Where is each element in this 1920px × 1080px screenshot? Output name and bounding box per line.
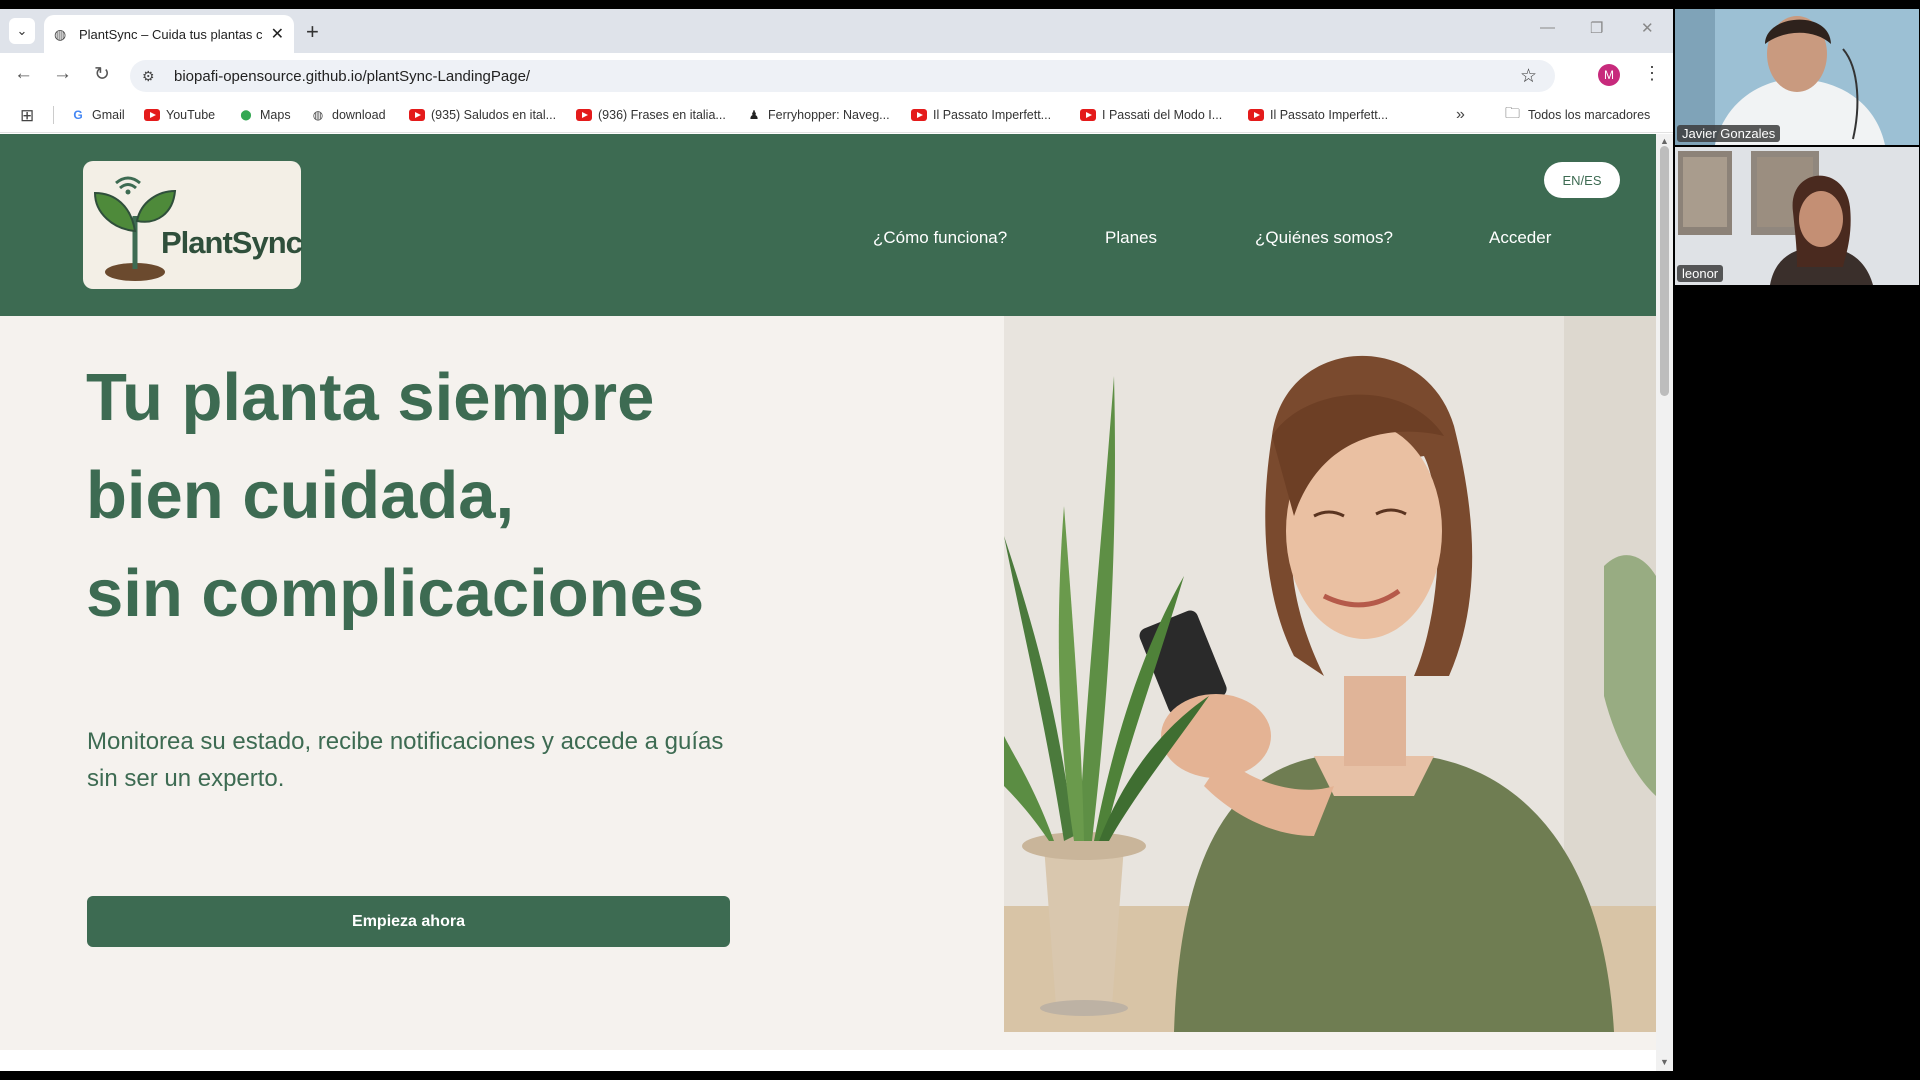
nav-plans[interactable]: Planes <box>1105 228 1157 248</box>
bookmark-label: (936) Frases en italia... <box>598 108 726 122</box>
more-bookmarks-icon[interactable]: » <box>1456 106 1465 124</box>
hero-title-line: sin complicaciones <box>86 556 705 631</box>
youtube-icon <box>576 107 592 123</box>
hero-subtitle: Monitorea su estado, recibe notificacion… <box>87 728 724 792</box>
plantsync-logo[interactable]: PlantSync <box>83 161 303 289</box>
bookmark-label: Ferryhopper: Naveg... <box>768 108 890 122</box>
hero-title: Tu planta siempre bien cuidada, sin comp… <box>86 349 786 643</box>
tab-bar: ⌄ ◍ PlantSync – Cuida tus plantas c ✕ + … <box>0 9 1673 53</box>
site-header: PlantSync EN/ES ¿Cómo funciona? Planes ¿… <box>0 134 1656 316</box>
participant-tile[interactable]: Javier Gonzales <box>1675 9 1919 145</box>
participant-name: Javier Gonzales <box>1677 125 1781 142</box>
youtube-icon <box>911 107 927 123</box>
hero-image <box>1004 316 1656 1032</box>
apps-grid-icon[interactable]: ⊞ <box>20 106 34 126</box>
bookmark-label: Il Passato Imperfett... <box>933 108 1052 122</box>
bookmark-item[interactable]: ⬤ Maps <box>238 97 291 133</box>
bookmark-label: download <box>332 108 386 122</box>
web-page: PlantSync EN/ES ¿Cómo funciona? Planes ¿… <box>0 134 1656 1071</box>
address-bar[interactable]: ⚙ biopafi-opensource.github.io/plantSync… <box>130 60 1555 92</box>
globe-icon: ◍ <box>312 108 324 122</box>
toolbar: ← → ↻ ⚙ biopafi-opensource.github.io/pla… <box>0 53 1673 97</box>
bookmark-star-icon[interactable]: ☆ <box>1520 65 1537 88</box>
scrollbar-thumb[interactable] <box>1660 146 1669 396</box>
language-toggle-button[interactable]: EN/ES <box>1544 162 1620 198</box>
active-tab[interactable]: ◍ PlantSync – Cuida tus plantas c ✕ <box>44 15 294 53</box>
folder-icon: 🗀 <box>1505 104 1521 122</box>
bookmark-item[interactable]: G Gmail <box>70 97 125 133</box>
tab-title: PlantSync – Cuida tus plantas c <box>79 26 262 42</box>
hero-title-line: Tu planta siempre <box>86 360 655 435</box>
bookmark-label: Gmail <box>92 108 125 122</box>
screen: ⌄ ◍ PlantSync – Cuida tus plantas c ✕ + … <box>0 0 1920 1080</box>
all-bookmarks-label: Todos los marcadores <box>1528 108 1651 122</box>
maps-pin-icon: ⬤ <box>240 109 252 121</box>
tab-search-button[interactable]: ⌄ <box>9 18 35 44</box>
bookmark-item[interactable]: ♟ Ferryhopper: Naveg... <box>746 97 890 133</box>
bookmark-item[interactable]: Il Passato Imperfett... <box>1248 97 1388 133</box>
all-bookmarks-folder[interactable]: 🗀 Todos los marcadores <box>1505 97 1650 133</box>
site-info-icon[interactable]: ⚙ <box>142 68 164 85</box>
woman-with-plant-photo <box>1004 316 1656 1032</box>
youtube-icon <box>1248 107 1264 123</box>
participant-name: leonor <box>1677 265 1724 282</box>
bookmark-label: Il Passato Imperfett... <box>1270 108 1389 122</box>
close-tab-icon[interactable]: ✕ <box>271 24 284 44</box>
bookmark-item[interactable]: (935) Saludos en ital... <box>409 97 556 133</box>
bookmark-item[interactable]: Il Passato Imperfett... <box>911 97 1051 133</box>
bookmarks-bar: ⊞ G Gmail YouTube ⬤ Maps ◍ download (935) Salud… <box>0 97 1673 133</box>
browser-menu-icon[interactable]: ⋮ <box>1643 63 1661 84</box>
youtube-icon <box>409 107 425 123</box>
nav-how-it-works[interactable]: ¿Cómo funciona? <box>873 228 1007 248</box>
globe-icon: ◍ <box>54 26 67 42</box>
divider <box>53 106 54 124</box>
nav-login[interactable]: Acceder <box>1489 228 1551 248</box>
logo-text: PlantSync <box>161 225 303 260</box>
participant-tile[interactable]: leonor <box>1675 147 1919 285</box>
close-window-button[interactable]: ✕ <box>1641 19 1654 37</box>
start-now-button[interactable]: Empieza ahora <box>87 896 730 947</box>
url-text: biopafi-opensource.github.io/plantSync-L… <box>174 67 531 85</box>
google-icon: G <box>73 108 83 122</box>
bookmark-item[interactable]: (936) Frases en italia... <box>576 97 726 133</box>
reload-button[interactable]: ↻ <box>94 63 110 86</box>
minimize-button[interactable]: — <box>1540 19 1555 36</box>
browser-window: ⌄ ◍ PlantSync – Cuida tus plantas c ✕ + … <box>0 9 1673 1071</box>
next-section-edge <box>0 1050 1656 1071</box>
profile-avatar[interactable]: M <box>1598 64 1620 86</box>
page-scrollbar[interactable]: ▲ ▼ <box>1656 134 1673 1071</box>
bookmark-label: (935) Saludos en ital... <box>431 108 557 122</box>
bookmark-label: Maps <box>260 108 291 122</box>
ferryhopper-icon: ♟ <box>748 108 760 122</box>
scroll-up-arrow-icon[interactable]: ▲ <box>1660 136 1669 146</box>
bookmark-label: I Passati del Modo I... <box>1102 108 1223 122</box>
bookmark-item[interactable]: I Passati del Modo I... <box>1080 97 1222 133</box>
bookmark-item[interactable]: YouTube <box>144 97 215 133</box>
new-tab-button[interactable]: + <box>306 19 319 45</box>
bookmark-label: YouTube <box>166 108 216 122</box>
youtube-icon <box>1080 107 1096 123</box>
youtube-icon <box>144 107 160 123</box>
back-button[interactable]: ← <box>14 63 33 85</box>
bookmark-item[interactable]: ◍ download <box>310 97 386 133</box>
restore-button[interactable]: ❐ <box>1590 19 1603 37</box>
scroll-down-arrow-icon[interactable]: ▼ <box>1660 1057 1669 1067</box>
hero-title-line: bien cuidada, <box>86 458 515 533</box>
nav-about-us[interactable]: ¿Quiénes somos? <box>1255 228 1393 248</box>
forward-button[interactable]: → <box>53 63 72 85</box>
